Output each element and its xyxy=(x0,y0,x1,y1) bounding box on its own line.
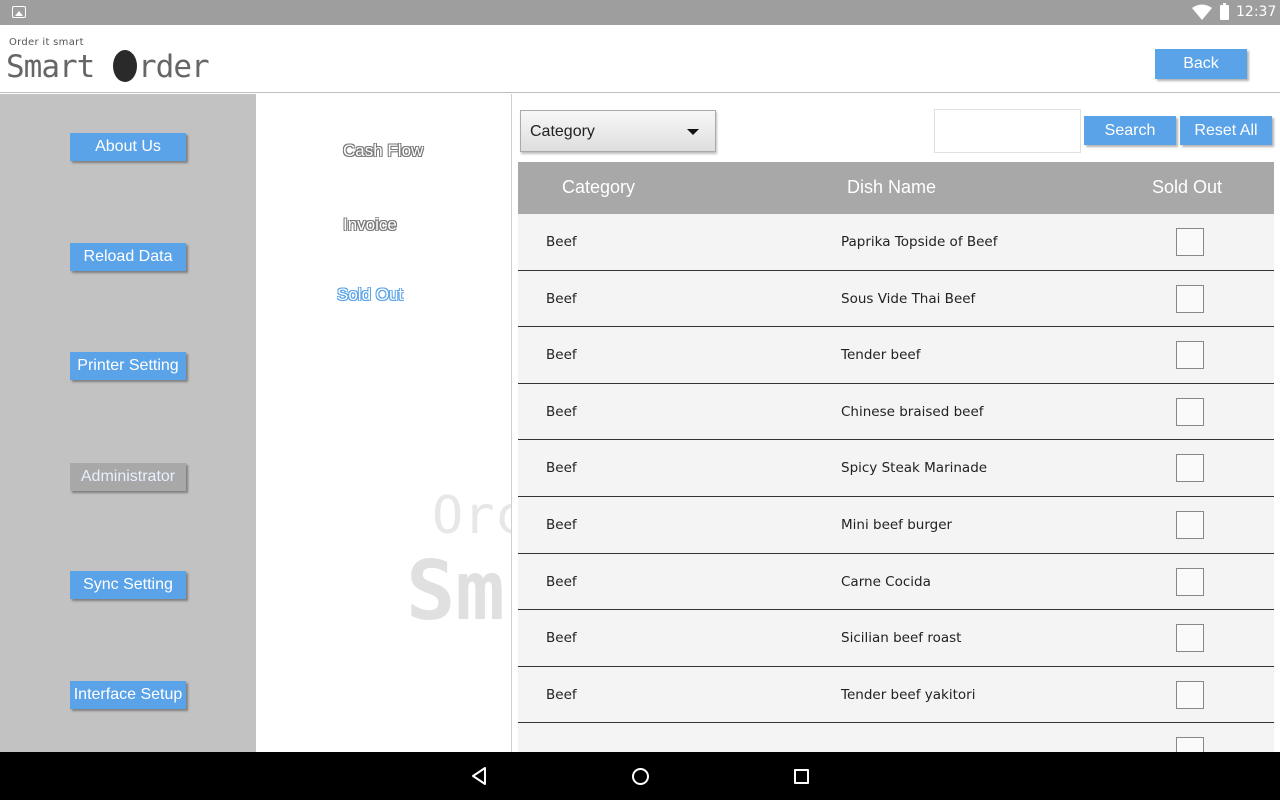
dish-table: Category Dish Name Sold Out Beef Paprika… xyxy=(518,162,1274,752)
image-notification-icon xyxy=(12,6,26,18)
status-clock: 12:37 xyxy=(1236,4,1277,20)
row-category: Beef xyxy=(546,347,577,364)
search-button[interactable]: Search xyxy=(1084,116,1176,145)
sold-out-checkbox[interactable] xyxy=(1176,284,1204,313)
home-nav-icon[interactable] xyxy=(632,768,649,785)
watermark-logo-tagline: Orc xyxy=(432,486,511,546)
sidebar-item-about-us[interactable]: About Us xyxy=(70,133,186,161)
table-row: Beef Mini beef burger xyxy=(518,496,1274,554)
search-input[interactable] xyxy=(934,109,1081,153)
category-dropdown-value: Category xyxy=(530,123,595,140)
row-category: Beef xyxy=(546,460,577,477)
column-header-dish-name: Dish Name xyxy=(847,177,937,197)
table-row-partial xyxy=(518,723,1274,752)
sidebar-item-printer-setting[interactable]: Printer Setting xyxy=(70,352,186,380)
sold-out-checkbox[interactable] xyxy=(1176,341,1204,370)
wifi-icon xyxy=(1192,4,1212,20)
submenu-item-cash-flow[interactable]: Cash Flow xyxy=(343,141,423,161)
sidebar-item-sync-setting[interactable]: Sync Setting xyxy=(70,571,186,599)
table-row: Beef Sicilian beef roast xyxy=(518,610,1274,667)
settings-sidebar: About Us Reload Data Printer Setting Adm… xyxy=(0,94,256,752)
sold-out-checkbox[interactable] xyxy=(1176,737,1204,752)
admin-submenu: Cash Flow Invoice Sold Out Orc Sm xyxy=(256,94,512,752)
app-logo: Smart rder xyxy=(6,49,210,85)
logo-tagline: Order it smart xyxy=(9,37,84,48)
row-dish-name: Tender beef xyxy=(841,347,921,364)
table-row: Beef Tender beef xyxy=(518,327,1274,384)
row-dish-name: Spicy Steak Marinade xyxy=(841,460,988,477)
sold-out-checkbox[interactable] xyxy=(1176,510,1204,539)
back-button[interactable]: Back xyxy=(1155,49,1247,79)
row-category: Beef xyxy=(546,234,577,250)
system-nav-bar xyxy=(0,752,1280,800)
battery-icon xyxy=(1220,3,1229,20)
row-dish-name: Chinese braised beef xyxy=(841,403,984,420)
row-dish-name: Sicilian beef roast xyxy=(841,630,962,647)
table-header: Category Dish Name Sold Out xyxy=(518,162,1274,214)
chevron-down-icon xyxy=(687,129,699,135)
sidebar-item-interface-setup[interactable]: Interface Setup xyxy=(70,681,186,709)
table-row: Beef Tender beef yakitori xyxy=(518,666,1274,724)
sidebar-item-reload-data[interactable]: Reload Data xyxy=(70,243,186,271)
row-category: Beef xyxy=(546,290,577,307)
sold-out-checkbox[interactable] xyxy=(1176,567,1204,596)
column-header-sold-out: Sold Out xyxy=(1152,177,1223,197)
table-row: Beef Carne Cocida xyxy=(518,553,1274,611)
row-dish-name: Carne Cocida xyxy=(841,573,931,590)
row-dish-name: Mini beef burger xyxy=(841,516,953,533)
row-dish-name: Paprika Topside of Beef xyxy=(841,234,998,250)
column-header-category: Category xyxy=(562,177,636,197)
row-category: Beef xyxy=(546,630,577,647)
watermark-logo-main: Sm xyxy=(406,544,505,639)
sidebar-item-administrator[interactable]: Administrator xyxy=(70,463,186,491)
logo-word-order: rder xyxy=(138,49,210,85)
sold-out-panel: Category Search Reset All Category Dish … xyxy=(513,94,1280,752)
fingerprint-icon xyxy=(113,50,137,82)
reset-all-button[interactable]: Reset All xyxy=(1180,116,1272,145)
sold-out-checkbox[interactable] xyxy=(1176,397,1204,426)
submenu-item-sold-out[interactable]: Sold Out xyxy=(337,285,403,305)
table-row: Beef Paprika Topside of Beef xyxy=(518,214,1274,271)
table-row: Beef Chinese braised beef xyxy=(518,383,1274,441)
recent-apps-icon[interactable] xyxy=(794,769,809,784)
sold-out-checkbox[interactable] xyxy=(1176,228,1204,256)
back-nav-icon[interactable] xyxy=(470,766,488,786)
app-header: Order it smart Smart rder Back xyxy=(0,25,1280,93)
row-category: Beef xyxy=(546,516,577,533)
sold-out-checkbox[interactable] xyxy=(1176,680,1204,709)
row-category: Beef xyxy=(546,573,577,590)
row-category: Beef xyxy=(546,686,577,703)
sold-out-checkbox[interactable] xyxy=(1176,624,1204,653)
row-dish-name: Tender beef yakitori xyxy=(841,686,976,703)
sold-out-checkbox[interactable] xyxy=(1176,454,1204,483)
table-row: Beef Sous Vide Thai Beef xyxy=(518,270,1274,328)
table-row: Beef Spicy Steak Marinade xyxy=(518,440,1274,497)
row-dish-name: Sous Vide Thai Beef xyxy=(841,290,976,307)
row-category: Beef xyxy=(546,403,577,420)
status-bar: 12:37 xyxy=(0,0,1280,25)
logo-word-smart: Smart xyxy=(6,49,95,85)
submenu-item-invoice[interactable]: Invoice xyxy=(343,215,397,235)
category-dropdown[interactable]: Category xyxy=(520,110,716,152)
